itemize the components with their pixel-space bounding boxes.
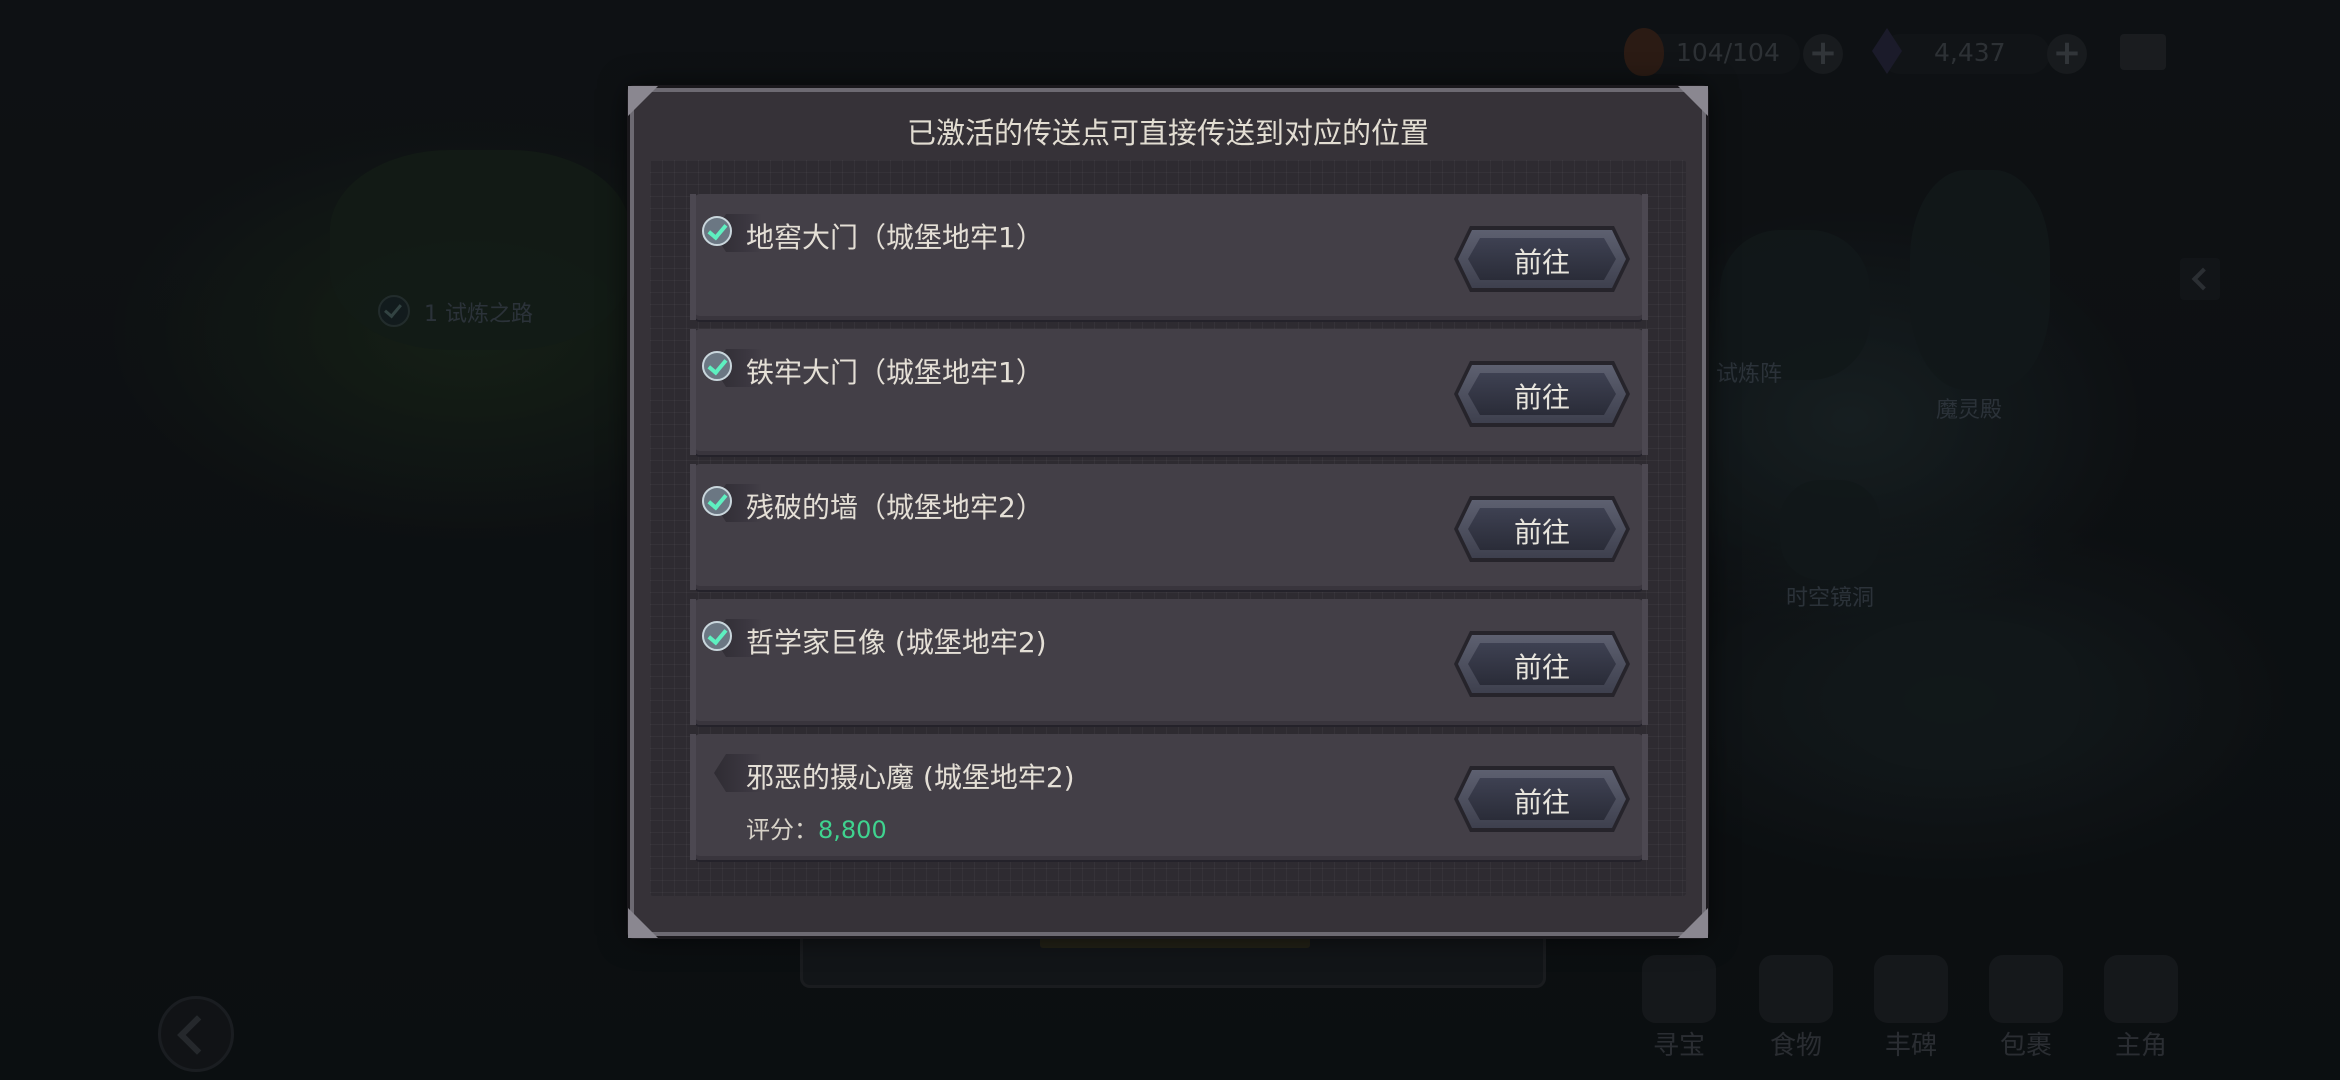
activated-check-icon: [702, 216, 732, 246]
teleport-point-name: 地窖大门（城堡地牢1）: [746, 221, 1044, 254]
teleport-row: 铁牢大门（城堡地牢1） 前往: [690, 329, 1648, 455]
go-button-label: 前往: [1468, 238, 1616, 280]
score-value: 8,800: [818, 816, 887, 844]
go-button[interactable]: 前往: [1454, 631, 1630, 697]
go-button[interactable]: 前往: [1454, 361, 1630, 427]
activated-check-icon: [702, 486, 732, 516]
teleport-point-name: 铁牢大门（城堡地牢1）: [746, 356, 1044, 389]
go-button-label: 前往: [1468, 373, 1616, 415]
teleport-point-name: 残破的墙（城堡地牢2）: [746, 491, 1044, 524]
go-button-label: 前往: [1468, 778, 1616, 820]
go-button[interactable]: 前往: [1454, 766, 1630, 832]
teleport-row: 地窖大门（城堡地牢1） 前往: [690, 194, 1648, 320]
activated-check-icon: [702, 621, 732, 651]
teleport-point-name: 哲学家巨像 (城堡地牢2): [746, 626, 1047, 659]
corner-ornament: [1678, 908, 1708, 938]
go-button-label: 前往: [1468, 643, 1616, 685]
go-button[interactable]: 前往: [1454, 226, 1630, 292]
dialog-title: 已激活的传送点可直接传送到对应的位置: [906, 116, 1429, 150]
teleport-row: 邪恶的摄心魔 (城堡地牢2) 评分：8,800 前往: [690, 734, 1648, 860]
go-button[interactable]: 前往: [1454, 496, 1630, 562]
score-text: 评分：8,800: [746, 810, 887, 845]
teleport-dialog: 已激活的传送点可直接传送到对应的位置 地窖大门（城堡地牢1） 前往 铁牢大门（城…: [628, 86, 1708, 938]
teleport-row: 哲学家巨像 (城堡地牢2) 前往: [690, 599, 1648, 725]
corner-ornament: [628, 908, 658, 938]
go-button-label: 前往: [1468, 508, 1616, 550]
teleport-row: 残破的墙（城堡地牢2） 前往: [690, 464, 1648, 590]
score-label: 评分：: [746, 816, 818, 844]
teleport-point-name: 邪恶的摄心魔 (城堡地牢2): [746, 761, 1075, 794]
teleport-list: 地窖大门（城堡地牢1） 前往 铁牢大门（城堡地牢1） 前往 残破的墙（城堡地牢2…: [650, 160, 1686, 896]
activated-check-icon: [702, 351, 732, 381]
